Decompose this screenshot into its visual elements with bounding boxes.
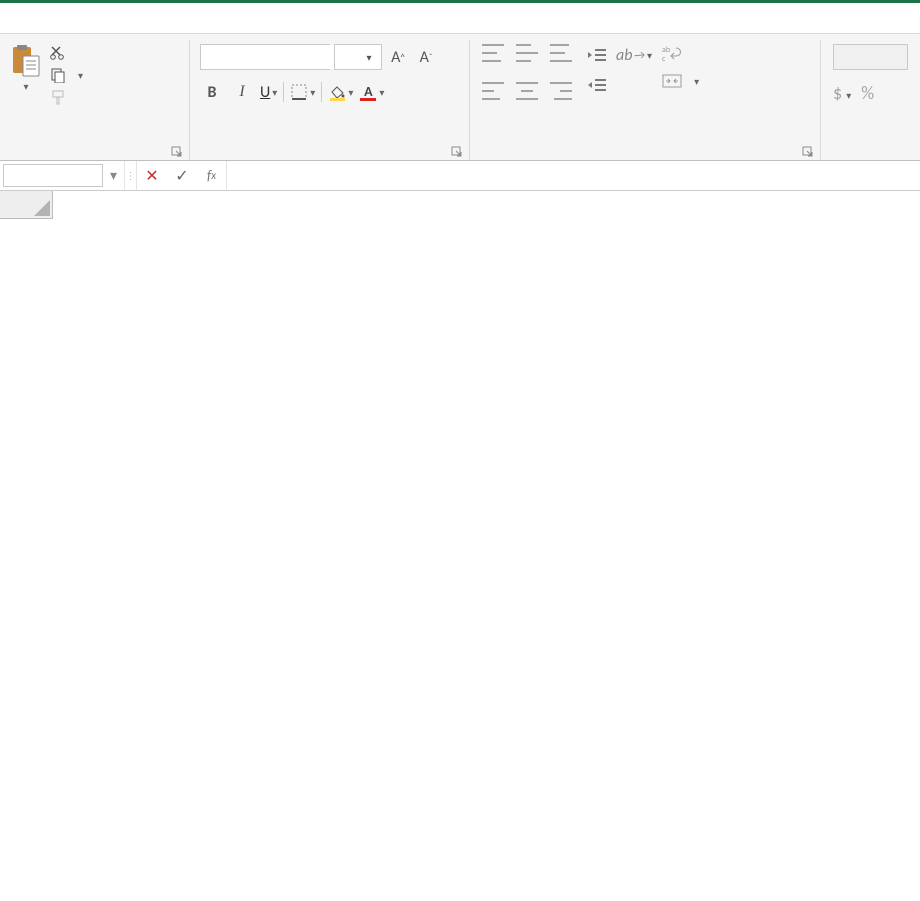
cut-button[interactable]: [44, 42, 89, 64]
bold-button[interactable]: B: [200, 80, 224, 104]
dialog-launcher-icon[interactable]: [451, 146, 463, 158]
increase-indent-button[interactable]: [586, 76, 608, 94]
formula-input[interactable]: [227, 161, 920, 190]
underline-button[interactable]: U▾: [260, 83, 277, 102]
formula-bar: ▾ ⋮ ✕ ✓ fx: [0, 161, 920, 191]
dialog-launcher-icon[interactable]: [171, 146, 183, 158]
select-all-corner[interactable]: [0, 191, 53, 219]
number-format-combo[interactable]: [833, 44, 908, 70]
align-right-button[interactable]: [550, 82, 572, 100]
percent-format-button[interactable]: %: [861, 82, 874, 104]
copy-icon: [50, 67, 66, 83]
chevron-down-icon[interactable]: ▾: [23, 80, 28, 93]
ribbon: ▾ ▾: [0, 33, 920, 161]
font-size-combo[interactable]: ▾: [334, 44, 382, 70]
chevron-down-icon[interactable]: ▾: [78, 69, 83, 82]
scissors-icon: [50, 45, 66, 61]
copy-button[interactable]: ▾: [44, 64, 89, 86]
font-size-input[interactable]: [335, 45, 361, 69]
menu-tabs: [0, 3, 920, 33]
align-top-button[interactable]: [482, 44, 504, 62]
align-left-button[interactable]: [482, 82, 504, 100]
italic-button[interactable]: I: [230, 80, 254, 104]
paste-icon: [10, 44, 40, 78]
decrease-indent-button[interactable]: [586, 46, 608, 64]
name-box[interactable]: [3, 164, 103, 187]
font-color-button[interactable]: A▾: [359, 83, 384, 101]
chevron-down-icon[interactable]: ▾: [361, 51, 377, 64]
merge-icon: [662, 72, 682, 90]
paste-button[interactable]: ▾: [6, 40, 44, 93]
fx-button[interactable]: fx: [197, 161, 227, 190]
chevron-down-icon[interactable]: ▾: [694, 75, 699, 88]
paintbrush-icon: [50, 89, 66, 105]
bucket-icon: [328, 83, 346, 101]
align-center-button[interactable]: [516, 82, 538, 100]
cancel-entry-button[interactable]: ✕: [137, 166, 167, 186]
namebox-dropdown[interactable]: ▾: [103, 161, 125, 190]
align-grid: [476, 40, 582, 116]
svg-text:c: c: [662, 54, 666, 62]
column-header-row: [0, 191, 920, 219]
accounting-format-button[interactable]: $ ▾: [833, 82, 851, 104]
align-middle-button[interactable]: [516, 44, 538, 62]
confirm-entry-button[interactable]: ✓: [167, 166, 197, 186]
wrap-icon: abc: [662, 44, 682, 62]
merge-center-button[interactable]: ▾: [662, 72, 820, 90]
align-bottom-button[interactable]: [550, 44, 572, 62]
orientation-button[interactable]: ab↗▾: [616, 46, 652, 65]
fill-color-button[interactable]: ▾: [328, 83, 353, 101]
border-icon: [290, 83, 308, 101]
dialog-launcher-icon[interactable]: [802, 146, 814, 158]
format-painter-button[interactable]: [44, 86, 89, 108]
font-name-combo[interactable]: ▾: [200, 44, 330, 70]
wrap-text-button[interactable]: abc: [662, 44, 820, 62]
number-format-input[interactable]: [834, 45, 890, 69]
shrink-font-button[interactable]: Aˇ: [414, 45, 438, 69]
border-button[interactable]: ▾: [290, 83, 315, 101]
grow-font-button[interactable]: A^: [386, 45, 410, 69]
